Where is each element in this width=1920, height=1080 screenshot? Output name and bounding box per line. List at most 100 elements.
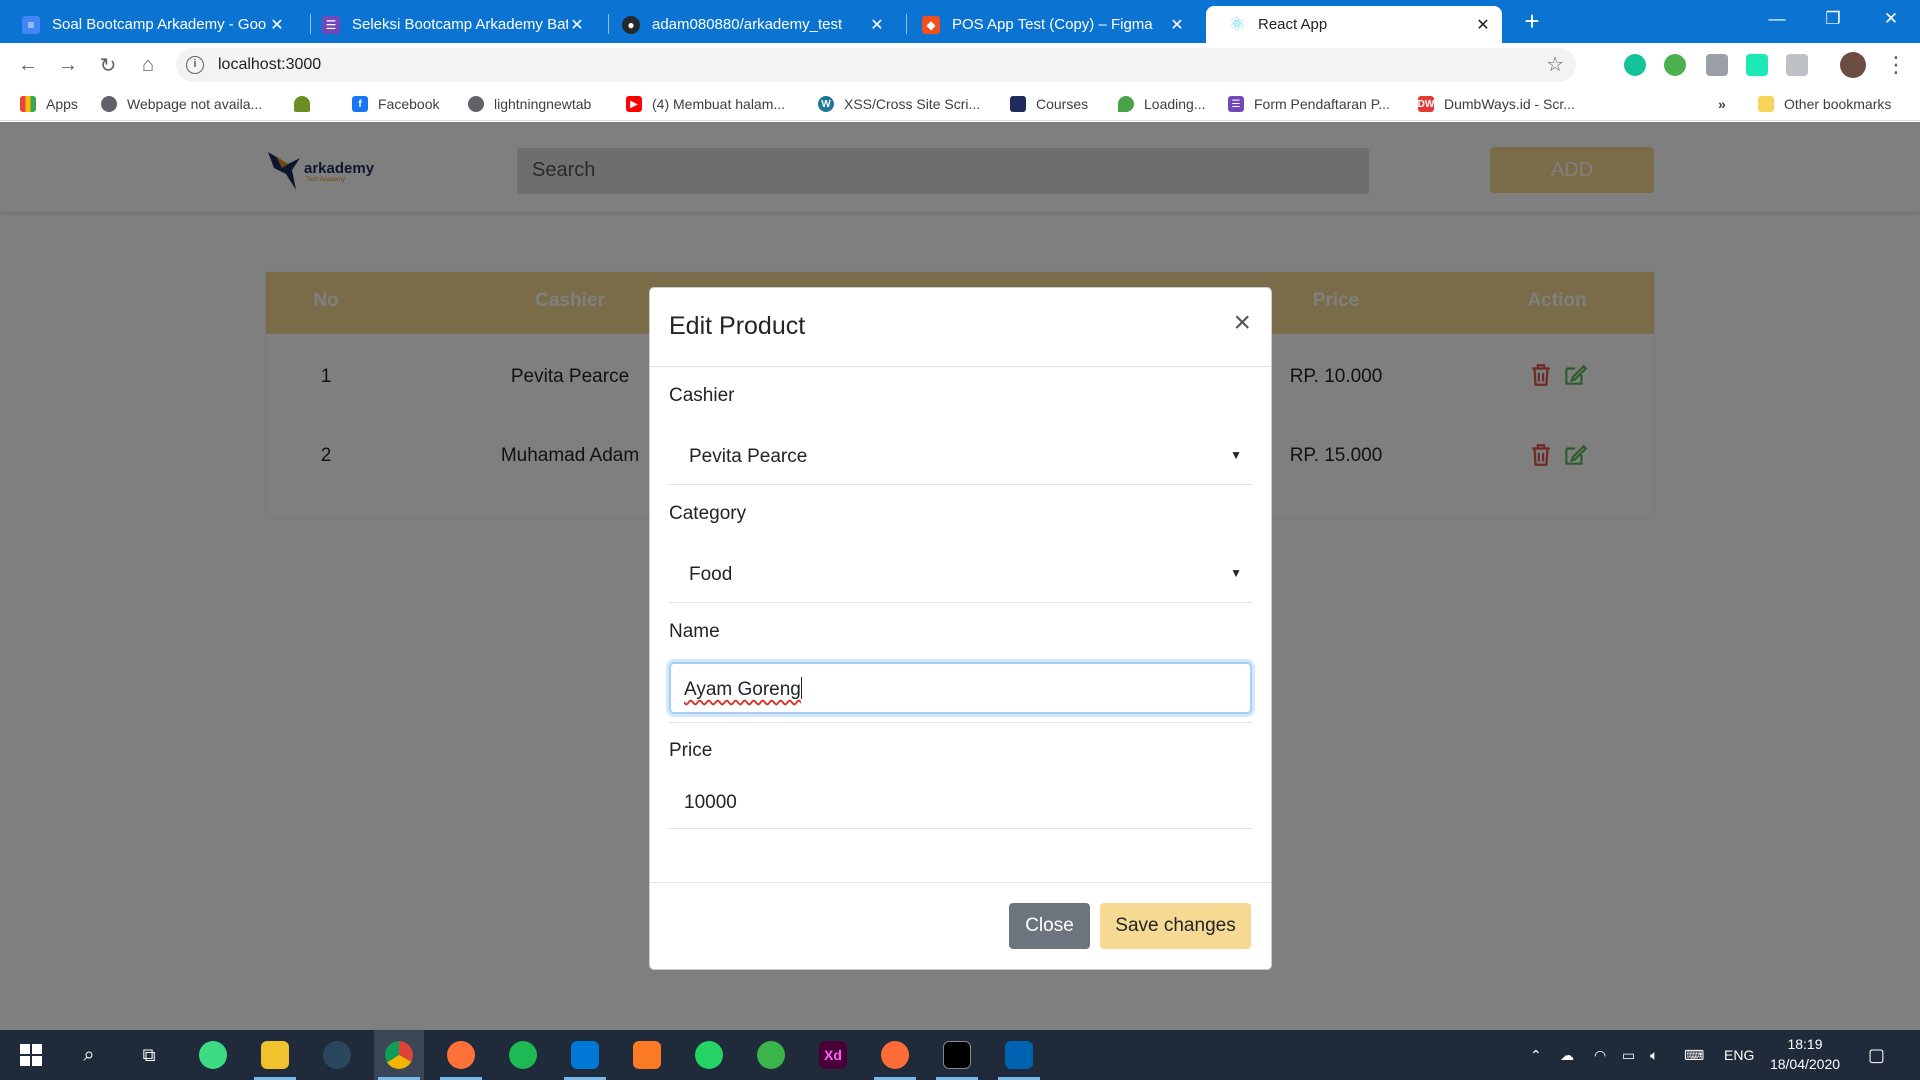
google-docs-icon: ≡ — [22, 15, 40, 34]
bookmark-star-icon[interactable]: ☆ — [1546, 52, 1564, 77]
tab-react-app[interactable]: ⚛ React App ✕ — [1206, 6, 1502, 43]
postman-icon[interactable] — [870, 1030, 920, 1080]
menu-kebab-icon[interactable]: ⋮ — [1880, 49, 1912, 81]
more-bookmarks-button[interactable]: » — [1718, 94, 1726, 114]
battery-icon[interactable]: ▭ — [1622, 1030, 1635, 1080]
wifi-icon[interactable]: ◠ — [1594, 1030, 1606, 1080]
terminal-icon[interactable] — [932, 1030, 982, 1080]
new-tab-button[interactable]: + — [1520, 6, 1544, 36]
close-icon[interactable]: ✕ — [1168, 15, 1186, 35]
bookmark-loading[interactable]: Loading... — [1118, 94, 1206, 114]
inkscape-icon[interactable] — [746, 1030, 796, 1080]
language-indicator[interactable]: ENG — [1724, 1030, 1754, 1080]
whatsapp-icon[interactable] — [684, 1030, 734, 1080]
cashier-select[interactable]: Pevita Pearce ▼ — [669, 430, 1252, 485]
camera-icon[interactable] — [1786, 54, 1808, 76]
category-select[interactable]: Food ▼ — [669, 548, 1252, 603]
vscode-icon[interactable] — [560, 1030, 610, 1080]
system-clock[interactable]: 18:19 18/04/2020 — [1760, 1034, 1850, 1074]
bookmark-form-pendaftaran[interactable]: ☰ Form Pendaftaran P... — [1228, 94, 1390, 114]
firefox-icon[interactable] — [436, 1030, 486, 1080]
back-icon[interactable]: ← — [12, 49, 44, 81]
figma-icon: ◆ — [922, 15, 940, 34]
facebook-icon: f — [352, 96, 368, 112]
browser-tab-strip: ≡ Soal Bootcamp Arkademy - Goo ✕ ☰ Selek… — [0, 0, 1920, 43]
extension-globe-icon[interactable] — [1664, 54, 1686, 76]
android-studio-icon[interactable] — [188, 1030, 238, 1080]
close-icon[interactable]: ✕ — [268, 15, 286, 35]
profile-avatar[interactable] — [1840, 52, 1866, 78]
tab-soal-bootcamp[interactable]: ≡ Soal Bootcamp Arkademy - Goo ✕ — [0, 6, 296, 43]
dumbways-icon: DW — [1418, 96, 1434, 112]
extension-tool-icon[interactable] — [1706, 54, 1728, 76]
close-icon[interactable]: ✕ — [868, 15, 886, 35]
modal-header: Edit Product × — [650, 288, 1271, 367]
reload-icon[interactable]: ↻ — [92, 49, 124, 81]
spotify-icon[interactable] — [498, 1030, 548, 1080]
leaf-icon — [1118, 96, 1134, 112]
xampp-icon[interactable] — [622, 1030, 672, 1080]
show-hidden-icons[interactable]: ⌃ — [1530, 1030, 1542, 1080]
bookmark-webpage-not-available[interactable]: Webpage not availa... — [101, 94, 262, 114]
steam-icon[interactable] — [312, 1030, 362, 1080]
bookmark-lightningnewtab[interactable]: lightningnewtab — [468, 94, 591, 114]
adobe-xd-icon[interactable]: Xd — [808, 1030, 858, 1080]
onedrive-icon[interactable]: ☁ — [1560, 1030, 1574, 1080]
close-icon[interactable]: ✕ — [568, 15, 586, 35]
apps-grid-icon — [20, 96, 36, 112]
price-label: Price — [669, 740, 713, 761]
grammarly-icon[interactable] — [1624, 54, 1646, 76]
bookmark-bird[interactable] — [294, 94, 320, 114]
task-view-icon[interactable]: ⧉ — [124, 1030, 174, 1080]
file-explorer-icon[interactable] — [250, 1030, 300, 1080]
arkademy-icon — [1010, 96, 1026, 112]
tab-seleksi-bootcamp[interactable]: ☰ Seleksi Bootcamp Arkademy Batc ✕ — [300, 6, 596, 43]
price-input[interactable]: 10000 — [669, 779, 1252, 829]
tab-github[interactable]: ● adam080880/arkademy_test ✕ — [600, 6, 896, 43]
volume-icon[interactable]: 🔈︎ — [1650, 1030, 1658, 1080]
restore-button[interactable]: ❐ — [1804, 0, 1862, 40]
text-cursor — [800, 677, 802, 699]
globe-icon — [101, 96, 117, 112]
window-close-button[interactable]: ✕ — [1862, 0, 1920, 40]
modal-footer-divider — [650, 882, 1271, 883]
caret-down-icon: ▼ — [1230, 566, 1242, 580]
bookmark-youtube[interactable]: ▶ (4) Membuat halam... — [626, 94, 785, 114]
windows-start-icon[interactable] — [6, 1030, 56, 1080]
windows-logo-icon — [20, 1044, 42, 1066]
name-label: Name — [669, 621, 720, 642]
caret-down-icon: ▼ — [1230, 448, 1242, 462]
bookmark-courses[interactable]: Courses — [1010, 94, 1088, 114]
forward-icon[interactable]: → — [52, 49, 84, 81]
bookmark-facebook[interactable]: f Facebook — [352, 94, 439, 114]
close-icon[interactable]: × — [1233, 308, 1251, 338]
info-icon[interactable]: i — [186, 56, 204, 74]
edit-product-modal: Edit Product × Cashier Pevita Pearce ▼ C… — [649, 287, 1272, 970]
page-viewport: arkademy Tech Academy Search ADD No Cash… — [0, 122, 1920, 1030]
close-icon[interactable]: ✕ — [1474, 15, 1492, 35]
github-icon: ● — [622, 15, 640, 34]
search-icon[interactable]: ⌕ — [64, 1030, 114, 1080]
name-input[interactable]: Ayam Goreng — [669, 662, 1252, 714]
url-text: localhost:3000 — [218, 56, 322, 73]
other-bookmarks[interactable]: Other bookmarks — [1758, 94, 1891, 114]
cashier-label: Cashier — [669, 385, 735, 406]
photos-icon[interactable] — [994, 1030, 1044, 1080]
minimize-button[interactable]: — — [1748, 0, 1806, 40]
home-icon[interactable]: ⌂ — [132, 49, 164, 81]
address-bar[interactable]: i localhost:3000 ☆ — [176, 48, 1576, 82]
chrome-icon[interactable] — [374, 1030, 424, 1080]
save-changes-button[interactable]: Save changes — [1100, 903, 1251, 949]
browser-toolbar: ← → ↻ ⌂ i localhost:3000 ☆ ⋮ — [0, 43, 1920, 87]
google-forms-icon: ☰ — [322, 15, 340, 34]
bookmark-dumbways[interactable]: DW DumbWays.id - Scr... — [1418, 94, 1575, 114]
extension-leaf-icon[interactable] — [1746, 54, 1768, 76]
bookmark-apps[interactable]: Apps — [20, 94, 78, 114]
bookmark-xss[interactable]: W XSS/Cross Site Scri... — [818, 94, 980, 114]
notifications-icon[interactable]: ▢ — [1868, 1030, 1885, 1080]
keyboard-icon[interactable]: ⌨ — [1684, 1030, 1704, 1080]
tab-figma[interactable]: ◆ POS App Test (Copy) – Figma ✕ — [900, 6, 1196, 43]
bookmarks-bar: Apps Webpage not availa... f Facebook li… — [0, 87, 1920, 121]
wordpress-icon: W — [818, 96, 834, 112]
close-button[interactable]: Close — [1009, 903, 1090, 949]
